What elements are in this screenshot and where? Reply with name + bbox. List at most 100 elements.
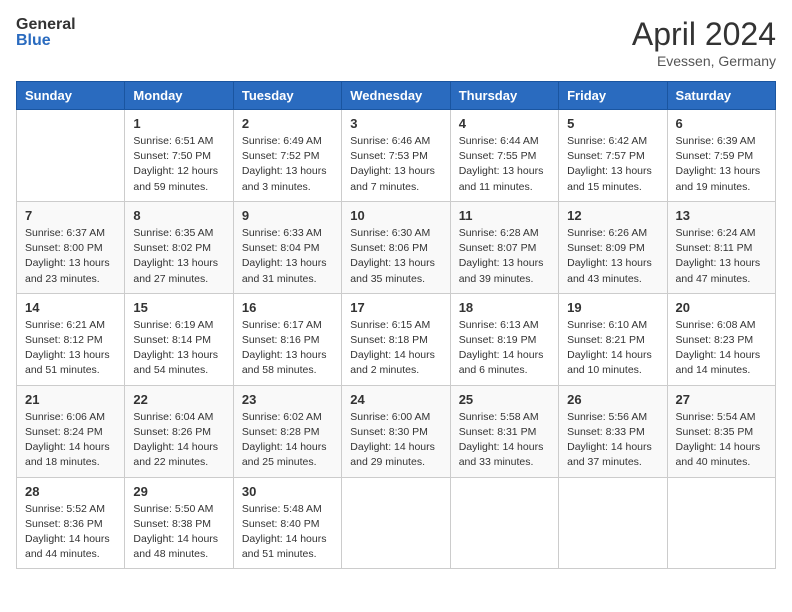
calendar-cell: 10Sunrise: 6:30 AM Sunset: 8:06 PM Dayli… [342, 201, 450, 293]
header: General Blue General Blue April 2024 Eve… [16, 16, 776, 69]
calendar-cell: 11 Sunrise: 6:28 AM Sunset: 8:07 PM Dayli… [450, 201, 558, 293]
calendar-cell [559, 477, 667, 569]
calendar-cell: 30Sunrise: 5:48 AM Sunset: 8:40 PM Dayli… [233, 477, 341, 569]
day-number: 15 [133, 300, 224, 315]
day-number: 20 [676, 300, 767, 315]
day-detail: Sunrise: 5:54 AM Sunset: 8:35 PM Dayligh… [676, 410, 767, 471]
header-thursday: Thursday [450, 82, 558, 110]
day-detail: Sunrise: 6:17 AM Sunset: 8:16 PM Dayligh… [242, 318, 333, 379]
week-row-4: 28 Sunrise: 5:52 AM Sunset: 8:36 PM Dayli… [17, 477, 776, 569]
day-number: 16 [242, 300, 333, 315]
day-number: 30 [242, 484, 333, 499]
calendar-cell: 22Sunrise: 6:04 AM Sunset: 8:26 PM Dayli… [125, 385, 233, 477]
calendar-cell: 19 Sunrise: 6:10 AM Sunset: 8:21 PM Dayli… [559, 293, 667, 385]
logo-blue-text: Blue [16, 32, 76, 50]
calendar-table: SundayMondayTuesdayWednesdayThursdayFrid… [16, 81, 776, 569]
location-title: Evessen, Germany [632, 53, 776, 69]
calendar-cell: 17 Sunrise: 6:15 AM Sunset: 8:18 PM Dayli… [342, 293, 450, 385]
day-detail: Sunrise: 6:42 AM Sunset: 7:57 PM Dayligh… [567, 134, 658, 195]
day-detail: Sunrise: 6:21 AM Sunset: 8:12 PM Dayligh… [25, 318, 116, 379]
day-number: 10 [350, 208, 441, 223]
calendar-cell: 26 Sunrise: 5:56 AM Sunset: 8:33 PM Dayli… [559, 385, 667, 477]
day-detail: Sunrise: 5:58 AM Sunset: 8:31 PM Dayligh… [459, 410, 550, 471]
calendar-cell: 13 Sunrise: 6:24 AM Sunset: 8:11 PM Dayli… [667, 201, 775, 293]
header-tuesday: Tuesday [233, 82, 341, 110]
day-detail: Sunrise: 6:49 AM Sunset: 7:52 PM Dayligh… [242, 134, 333, 195]
day-detail: Sunrise: 6:33 AM Sunset: 8:04 PM Dayligh… [242, 226, 333, 287]
day-detail: Sunrise: 6:08 AM Sunset: 8:23 PM Dayligh… [676, 318, 767, 379]
calendar-cell: 28 Sunrise: 5:52 AM Sunset: 8:36 PM Dayli… [17, 477, 125, 569]
calendar-cell: 5 Sunrise: 6:42 AM Sunset: 7:57 PM Daylig… [559, 110, 667, 202]
logo: General Blue General Blue [16, 16, 76, 49]
header-saturday: Saturday [667, 82, 775, 110]
calendar-cell: 14 Sunrise: 6:21 AM Sunset: 8:12 PM Dayli… [17, 293, 125, 385]
calendar-header-row: SundayMondayTuesdayWednesdayThursdayFrid… [17, 82, 776, 110]
day-number: 9 [242, 208, 333, 223]
day-detail: Sunrise: 5:50 AM Sunset: 8:38 PM Dayligh… [133, 502, 224, 563]
day-detail: Sunrise: 6:06 AM Sunset: 8:24 PM Dayligh… [25, 410, 116, 471]
day-detail: Sunrise: 6:37 AM Sunset: 8:00 PM Dayligh… [25, 226, 116, 287]
day-detail: Sunrise: 5:52 AM Sunset: 8:36 PM Dayligh… [25, 502, 116, 563]
calendar-cell [667, 477, 775, 569]
day-detail: Sunrise: 6:26 AM Sunset: 8:09 PM Dayligh… [567, 226, 658, 287]
calendar-cell: 15 Sunrise: 6:19 AM Sunset: 8:14 PM Dayli… [125, 293, 233, 385]
header-sunday: Sunday [17, 82, 125, 110]
calendar-cell: 18 Sunrise: 6:13 AM Sunset: 8:19 PM Dayli… [450, 293, 558, 385]
day-detail: Sunrise: 5:56 AM Sunset: 8:33 PM Dayligh… [567, 410, 658, 471]
day-detail: Sunrise: 6:13 AM Sunset: 8:19 PM Dayligh… [459, 318, 550, 379]
calendar-cell [450, 477, 558, 569]
day-number: 23 [242, 392, 333, 407]
calendar-cell [342, 477, 450, 569]
day-number: 7 [25, 208, 116, 223]
day-number: 22 [133, 392, 224, 407]
day-detail: Sunrise: 6:44 AM Sunset: 7:55 PM Dayligh… [459, 134, 550, 195]
day-number: 18 [459, 300, 550, 315]
calendar-cell: 23Sunrise: 6:02 AM Sunset: 8:28 PM Dayli… [233, 385, 341, 477]
day-number: 3 [350, 116, 441, 131]
header-monday: Monday [125, 82, 233, 110]
day-number: 27 [676, 392, 767, 407]
day-number: 13 [676, 208, 767, 223]
day-number: 19 [567, 300, 658, 315]
title-area: April 2024 Evessen, Germany [632, 16, 776, 69]
calendar-cell [17, 110, 125, 202]
calendar-cell: 25 Sunrise: 5:58 AM Sunset: 8:31 PM Dayli… [450, 385, 558, 477]
calendar-cell: 6 Sunrise: 6:39 AM Sunset: 7:59 PM Daylig… [667, 110, 775, 202]
week-row-3: 21 Sunrise: 6:06 AM Sunset: 8:24 PM Dayli… [17, 385, 776, 477]
day-number: 6 [676, 116, 767, 131]
day-number: 1 [133, 116, 224, 131]
day-number: 4 [459, 116, 550, 131]
day-number: 11 [459, 208, 550, 223]
day-number: 28 [25, 484, 116, 499]
day-detail: Sunrise: 6:51 AM Sunset: 7:50 PM Dayligh… [133, 134, 224, 195]
calendar-cell: 4 Sunrise: 6:44 AM Sunset: 7:55 PM Daylig… [450, 110, 558, 202]
day-number: 21 [25, 392, 116, 407]
calendar-cell: 8Sunrise: 6:35 AM Sunset: 8:02 PM Daylig… [125, 201, 233, 293]
day-detail: Sunrise: 6:35 AM Sunset: 8:02 PM Dayligh… [133, 226, 224, 287]
day-number: 24 [350, 392, 441, 407]
day-number: 17 [350, 300, 441, 315]
day-detail: Sunrise: 6:46 AM Sunset: 7:53 PM Dayligh… [350, 134, 441, 195]
header-friday: Friday [559, 82, 667, 110]
day-detail: Sunrise: 6:10 AM Sunset: 8:21 PM Dayligh… [567, 318, 658, 379]
calendar-cell: 2 Sunrise: 6:49 AM Sunset: 7:52 PM Daylig… [233, 110, 341, 202]
month-title: April 2024 [632, 16, 776, 53]
calendar-cell: 1 Sunrise: 6:51 AM Sunset: 7:50 PM Daylig… [125, 110, 233, 202]
day-number: 5 [567, 116, 658, 131]
day-number: 26 [567, 392, 658, 407]
calendar-cell: 27 Sunrise: 5:54 AM Sunset: 8:35 PM Dayli… [667, 385, 775, 477]
day-detail: Sunrise: 6:19 AM Sunset: 8:14 PM Dayligh… [133, 318, 224, 379]
calendar-cell: 16 Sunrise: 6:17 AM Sunset: 8:16 PM Dayli… [233, 293, 341, 385]
day-number: 25 [459, 392, 550, 407]
day-detail: Sunrise: 6:28 AM Sunset: 8:07 PM Dayligh… [459, 226, 550, 287]
day-number: 2 [242, 116, 333, 131]
day-detail: Sunrise: 6:15 AM Sunset: 8:18 PM Dayligh… [350, 318, 441, 379]
day-detail: Sunrise: 6:39 AM Sunset: 7:59 PM Dayligh… [676, 134, 767, 195]
calendar-cell: 20 Sunrise: 6:08 AM Sunset: 8:23 PM Dayli… [667, 293, 775, 385]
calendar-cell: 24 Sunrise: 6:00 AM Sunset: 8:30 PM Dayli… [342, 385, 450, 477]
week-row-1: 7 Sunrise: 6:37 AM Sunset: 8:00 PM Daylig… [17, 201, 776, 293]
day-number: 14 [25, 300, 116, 315]
day-number: 29 [133, 484, 224, 499]
day-detail: Sunrise: 6:00 AM Sunset: 8:30 PM Dayligh… [350, 410, 441, 471]
day-detail: Sunrise: 6:24 AM Sunset: 8:11 PM Dayligh… [676, 226, 767, 287]
